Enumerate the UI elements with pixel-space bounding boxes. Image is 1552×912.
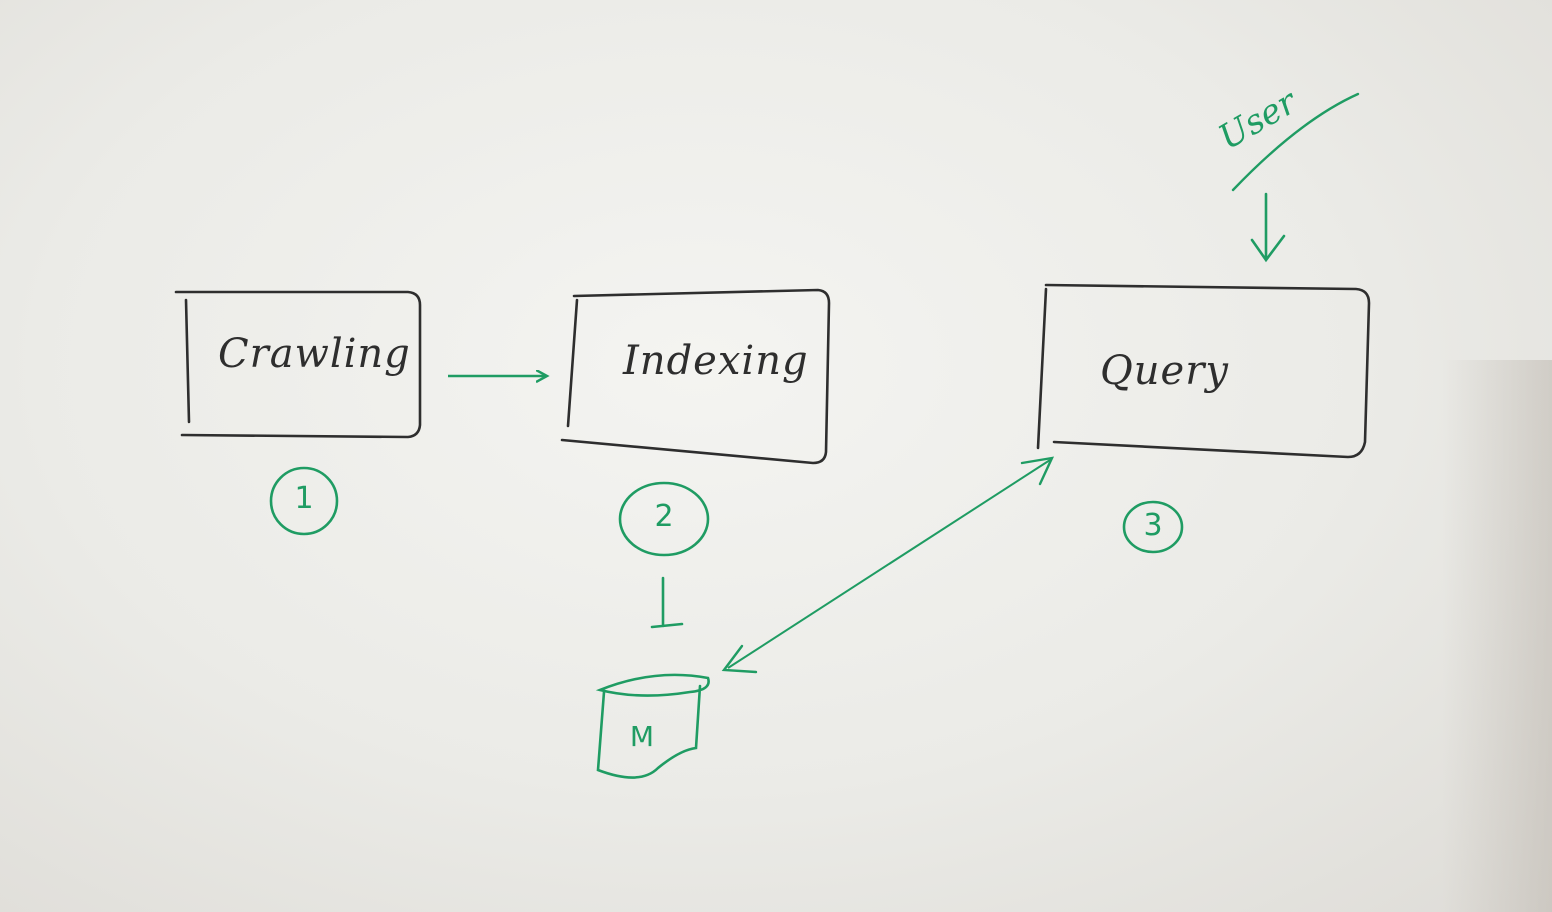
diagram-canvas [174,92,1371,779]
crawling-label: Crawling [218,331,411,377]
arrow-storage-query [727,459,1051,669]
arrow-indexing-to-storage [650,576,684,629]
indexing-label: Indexing [623,338,809,384]
step-3-number: 3 [1143,508,1163,543]
arrow-user-to-query [1250,192,1286,263]
whiteboard: Crawling Indexing Query 1 2 3 User M [0,0,1552,912]
step-2-number: 2 [654,499,674,534]
storage-label: M [629,720,655,753]
query-label: Query [1100,348,1229,394]
step-1-number: 1 [294,481,314,516]
